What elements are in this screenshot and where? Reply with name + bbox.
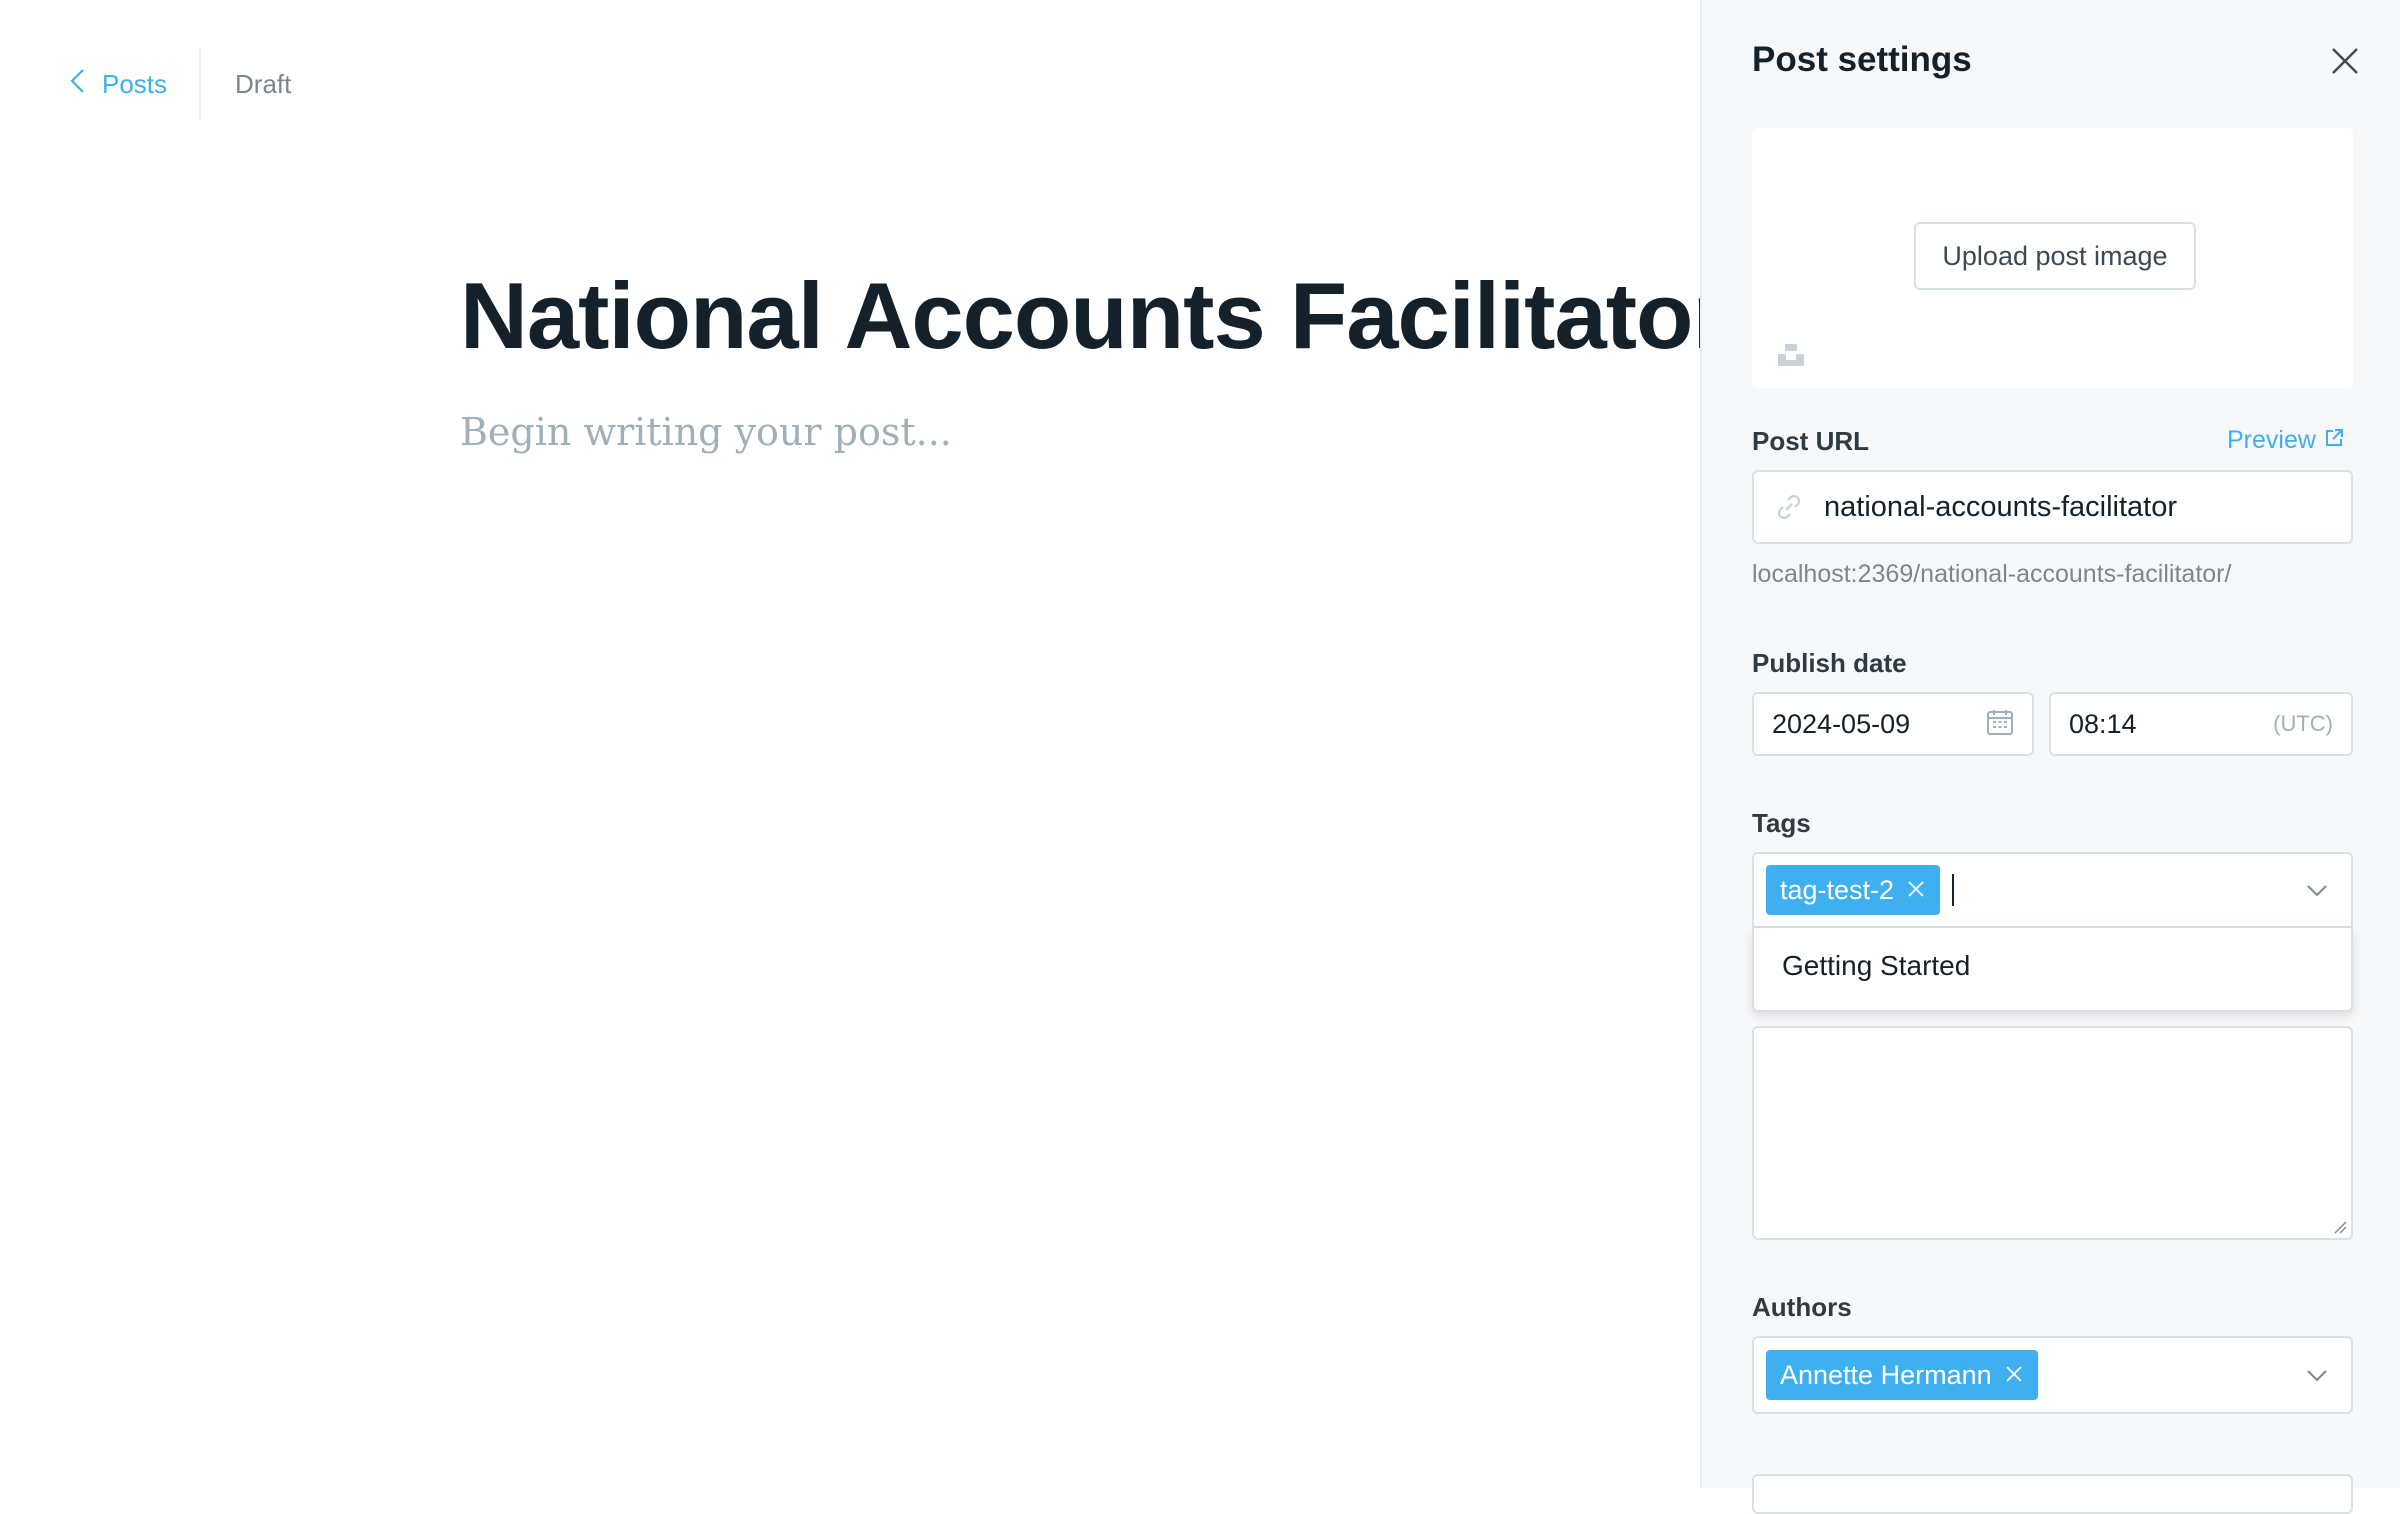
calendar-icon[interactable] [1986,708,2014,741]
tags-input[interactable]: tag-test-2 [1752,852,2353,928]
publish-time-value: 08:14 [2069,708,2137,739]
post-url-hint: localhost:2369/national-accounts-facilit… [1752,560,2232,588]
timezone-label: (UTC) [2273,711,2333,736]
tag-option[interactable]: Getting Started [1782,950,1970,982]
external-link-icon [2316,426,2344,455]
remove-author-icon[interactable] [1992,1360,2024,1391]
authors-input[interactable]: Annette Hermann [1752,1336,2353,1414]
tag-chip[interactable]: tag-test-2 [1766,865,1941,915]
preview-link[interactable]: Preview [2227,426,2344,455]
unsplash-icon[interactable] [1776,340,1806,370]
upload-post-image-button[interactable]: Upload post image [1914,222,2196,290]
back-to-posts-link[interactable]: Posts [68,48,199,120]
editor-area: Posts Draft National Accounts Facilitato… [0,0,1729,1488]
publish-date-input[interactable]: 2024-05-09 [1752,692,2034,756]
post-settings-panel: Post settings Upload post image Post URL… [1700,0,2400,1514]
text-cursor [1952,874,1955,906]
post-url-value: national-accounts-facilitator [1824,490,2178,523]
post-url-input[interactable]: national-accounts-facilitator [1752,470,2353,544]
publish-date-label: Publish date [1752,648,1907,678]
chevron-down-icon[interactable] [2305,878,2329,902]
post-image-dropzone[interactable]: Upload post image [1752,128,2353,388]
breadcrumb: Posts Draft [68,48,291,120]
excerpt-textarea[interactable] [1752,1026,2353,1240]
post-body-editor[interactable]: Begin writing your post... [460,410,952,454]
publish-date-value: 2024-05-09 [1772,708,1911,739]
close-panel-button[interactable] [2330,46,2360,76]
chevron-left-icon [68,68,102,101]
chevron-down-icon[interactable] [2305,1363,2329,1387]
preview-link-label: Preview [2227,426,2316,454]
remove-tag-icon[interactable] [1894,875,1926,906]
post-url-label: Post URL [1752,426,1869,456]
link-icon [1774,492,1804,522]
next-field-partial[interactable] [1752,1474,2353,1514]
panel-title: Post settings [1752,40,1972,79]
author-chip[interactable]: Annette Hermann [1766,1350,2038,1400]
resize-handle-icon[interactable] [2333,1220,2347,1234]
close-icon [2330,48,2360,80]
back-link-label: Posts [102,68,168,99]
tag-chip-label: tag-test-2 [1780,874,1895,905]
tags-label: Tags [1752,808,1811,838]
post-status: Draft [235,68,292,99]
author-chip-label: Annette Hermann [1780,1359,1992,1390]
publish-time-input[interactable]: 08:14 (UTC) [2049,692,2353,756]
authors-label: Authors [1752,1292,1852,1322]
post-title[interactable]: National Accounts Facilitator [460,262,1729,370]
tags-dropdown-menu: Getting Started [1752,928,2353,1012]
